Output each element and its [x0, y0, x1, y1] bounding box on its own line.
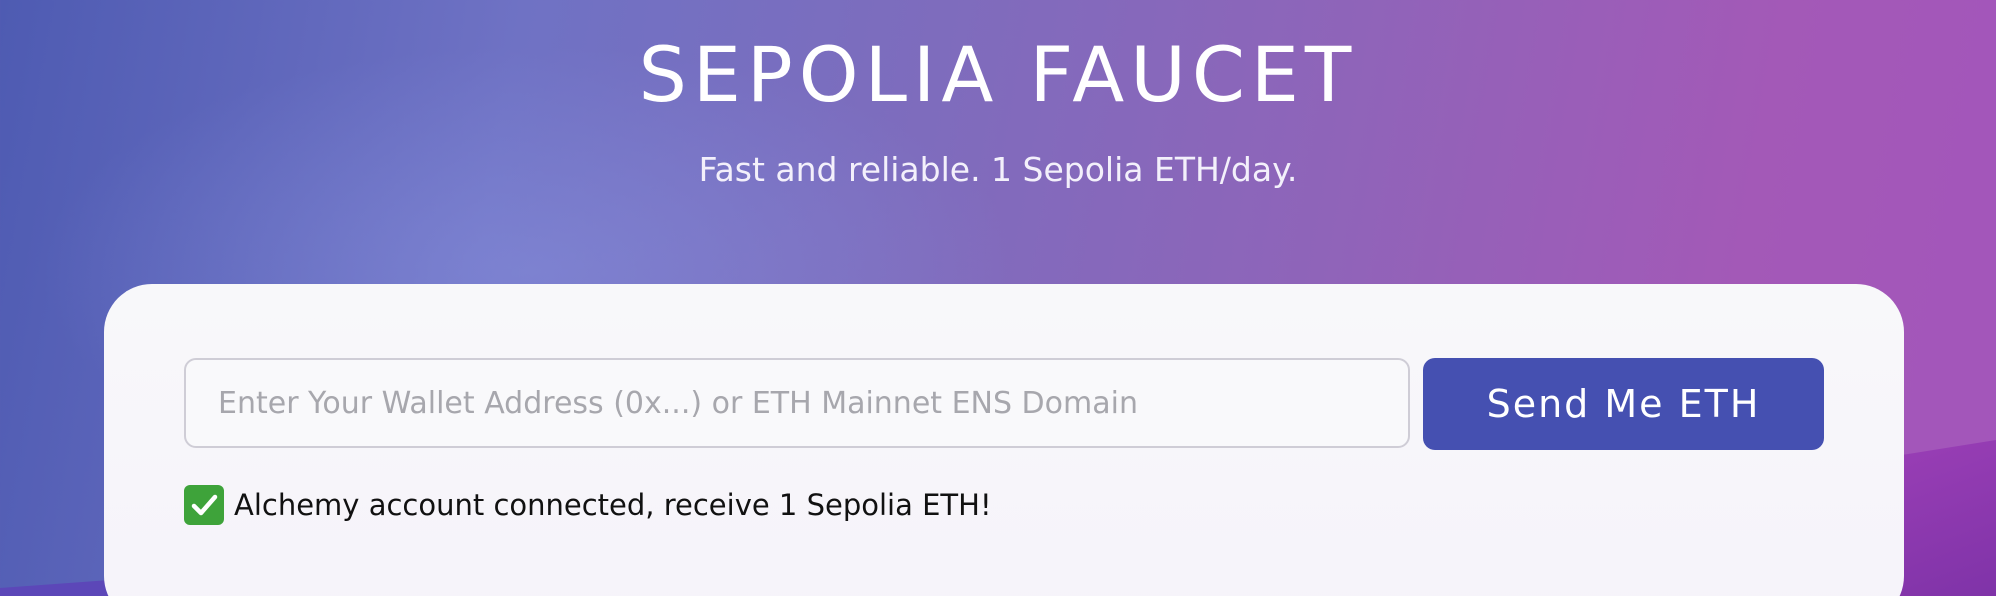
page-title: SEPOLIA FAUCET: [638, 30, 1358, 119]
send-me-eth-button[interactable]: Send Me ETH: [1423, 358, 1824, 450]
status-text: Alchemy account connected, receive 1 Sep…: [234, 488, 992, 522]
wallet-address-input[interactable]: [184, 358, 1410, 448]
check-mark-icon: [184, 485, 224, 525]
status-message: Alchemy account connected, receive 1 Sep…: [184, 482, 992, 528]
page-subtitle: Fast and reliable. 1 Sepolia ETH/day.: [698, 150, 1298, 189]
background-shape-left: [0, 580, 110, 596]
